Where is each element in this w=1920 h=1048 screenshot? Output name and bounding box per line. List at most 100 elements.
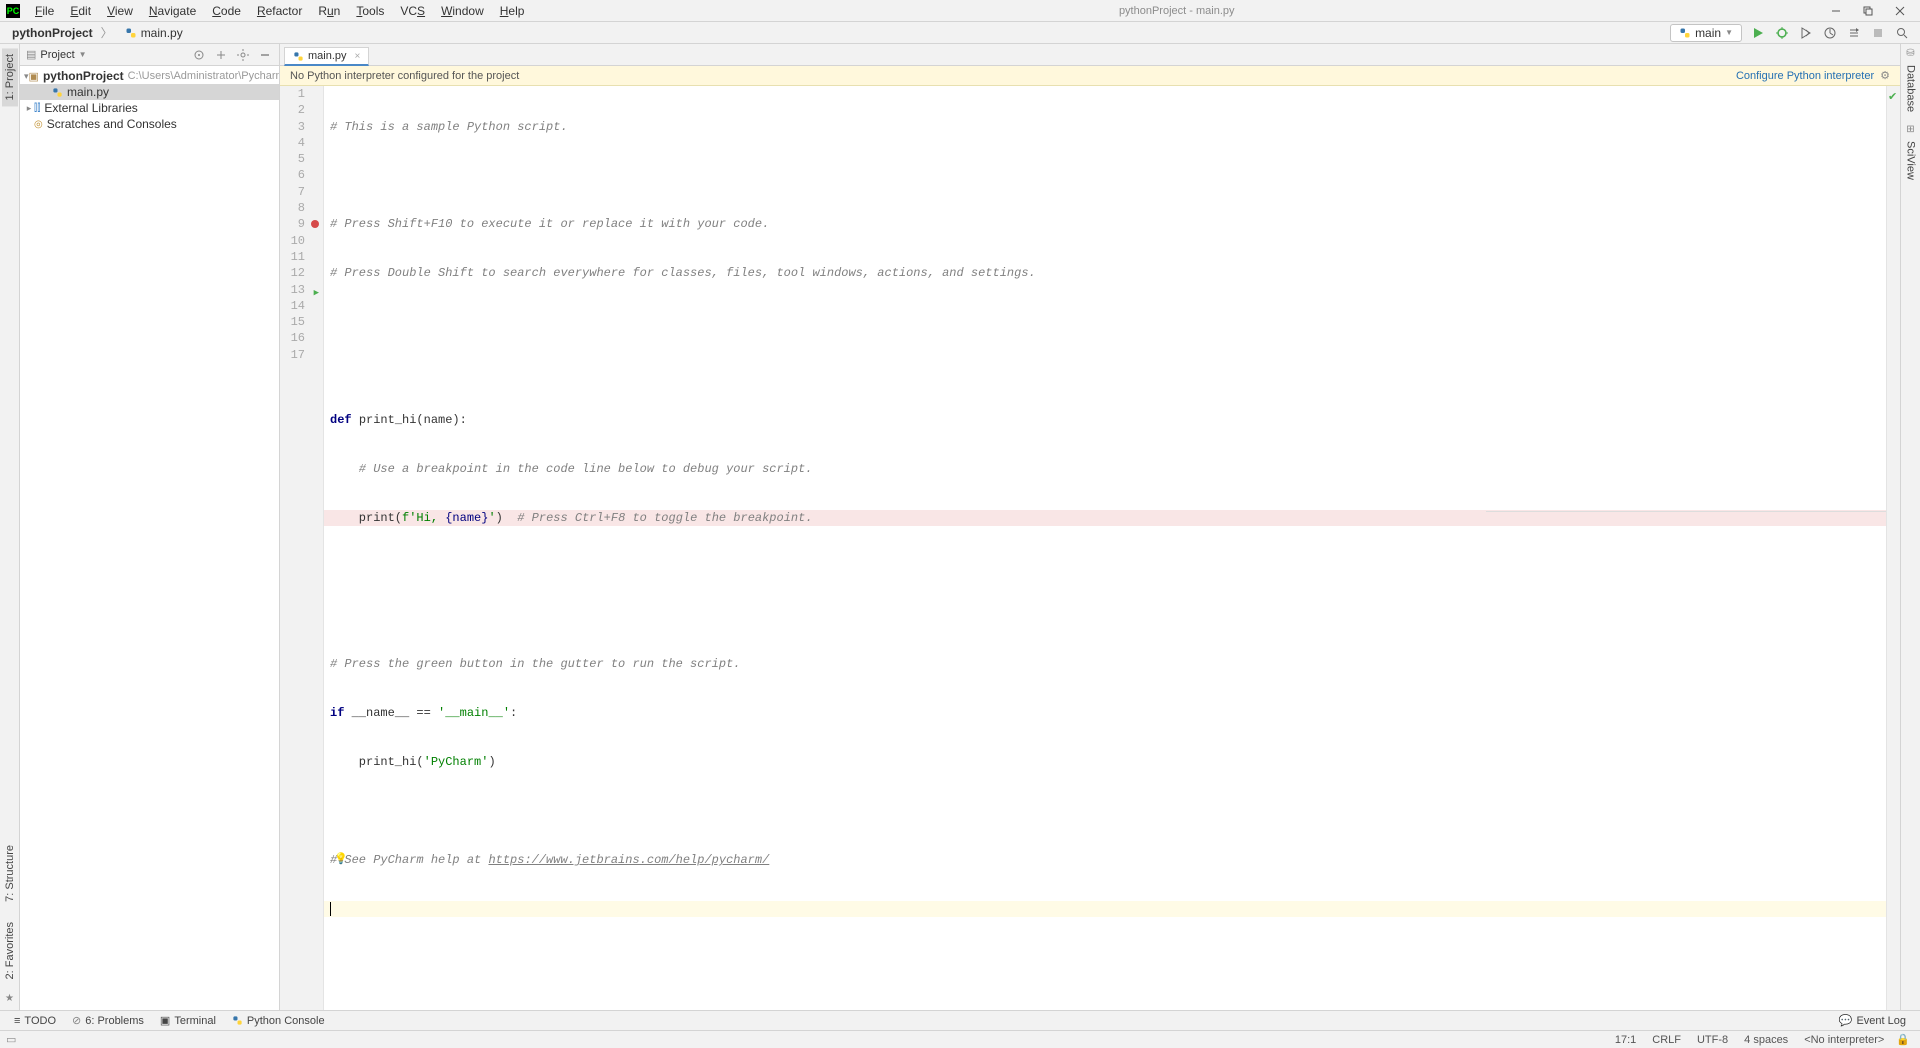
warning-text: No Python interpreter configured for the… [290, 70, 519, 82]
tree-file-main[interactable]: main.py [20, 84, 279, 100]
editor-overview-ruler[interactable]: ✔ [1886, 86, 1900, 1010]
status-indent[interactable]: 4 spaces [1736, 1034, 1796, 1046]
todo-icon: ≡ [14, 1015, 20, 1027]
bulb-icon[interactable]: 💡 [334, 852, 348, 868]
status-messages-icon[interactable]: ▭ [6, 1033, 16, 1046]
left-tool-stripe: 1: Project 7: Structure 2: Favorites ★ [0, 44, 20, 1010]
analysis-ok-icon[interactable]: ✔ [1888, 90, 1897, 103]
run-config-selector[interactable]: main ▼ [1670, 24, 1742, 42]
titlebar: PC File Edit View Navigate Code Refactor… [0, 0, 1920, 22]
menu-window[interactable]: Window [434, 2, 491, 20]
close-button[interactable] [1886, 2, 1914, 20]
code-token: : [510, 706, 517, 720]
run-button[interactable] [1748, 23, 1768, 43]
expand-icon[interactable]: ▸ [24, 103, 34, 114]
tab-problems[interactable]: ⊘6: Problems [64, 1012, 152, 1029]
python-console-icon [232, 1015, 243, 1026]
tab-database[interactable]: Database [1903, 59, 1919, 118]
tab-project[interactable]: 1: Project [2, 48, 18, 106]
database-icon: ⛁ [1906, 48, 1914, 59]
code-token: ) [496, 511, 518, 525]
minimize-button[interactable] [1822, 2, 1850, 20]
stop-button[interactable] [1868, 23, 1888, 43]
code-token: # Press Ctrl+F8 to toggle the breakpoint… [517, 511, 812, 525]
window-controls [1822, 2, 1914, 20]
menu-tools[interactable]: Tools [349, 2, 391, 20]
menu-file[interactable]: File [28, 2, 61, 20]
main-menu: File Edit View Navigate Code Refactor Ru… [28, 2, 531, 20]
line-number: 7 [280, 184, 323, 200]
debug-button[interactable] [1772, 23, 1792, 43]
close-tab-icon[interactable]: × [355, 51, 361, 62]
tab-python-console[interactable]: Python Console [224, 1013, 333, 1029]
tree-root-path: C:\Users\Administrator\PycharmPr [128, 70, 279, 82]
menu-help[interactable]: Help [493, 2, 532, 20]
editor-tab-main[interactable]: main.py × [284, 47, 369, 66]
configure-interpreter-link[interactable]: Configure Python interpreter [1736, 70, 1874, 82]
coverage-button[interactable] [1796, 23, 1816, 43]
status-caret-position[interactable]: 17:1 [1607, 1034, 1644, 1046]
editor-tab-label: main.py [308, 50, 347, 62]
status-encoding[interactable]: UTF-8 [1689, 1034, 1736, 1046]
tab-event-log[interactable]: 💬Event Log [1831, 1012, 1914, 1029]
right-tool-stripe: ⛁ Database ⊞ SciView [1900, 44, 1920, 1010]
hide-icon[interactable] [257, 47, 273, 63]
line-number: 3 [280, 119, 323, 135]
maximize-button[interactable] [1854, 2, 1882, 20]
gear-icon[interactable] [235, 47, 251, 63]
tab-structure[interactable]: 7: Structure [2, 839, 18, 908]
code-editor[interactable]: 1 2 3 4 5 6 7 8 9 10 11 12 13▶ 14 15 16 … [280, 86, 1900, 1010]
code-token: if [330, 706, 352, 720]
concurrency-button[interactable] [1844, 23, 1864, 43]
locate-icon[interactable] [191, 47, 207, 63]
menu-run[interactable]: Run [311, 2, 347, 20]
run-config-name: main [1695, 26, 1721, 40]
menu-refactor[interactable]: Refactor [250, 2, 309, 20]
line-number: 16 [280, 330, 323, 346]
tab-favorites[interactable]: 2: Favorites [2, 916, 18, 985]
expand-all-icon[interactable] [213, 47, 229, 63]
breadcrumb-file[interactable]: main.py [121, 26, 187, 40]
menu-vcs[interactable]: VCS [393, 2, 432, 20]
tree-root[interactable]: ▾ ▣ pythonProject C:\Users\Administrator… [20, 68, 279, 84]
code-line: # Press Shift+F10 to execute it or repla… [330, 217, 769, 231]
menu-code[interactable]: Code [205, 2, 248, 20]
code-token: 'PyCharm' [424, 755, 489, 769]
code-link: https://www.jetbrains.com/help/pycharm/ [488, 853, 769, 867]
lock-icon[interactable]: 🔒 [1892, 1033, 1914, 1046]
code-token: ) [488, 755, 495, 769]
code-token: __name__ == [352, 706, 438, 720]
menu-view[interactable]: View [100, 2, 140, 20]
navbar: pythonProject 〉 main.py main ▼ [0, 22, 1920, 44]
chevron-down-icon[interactable]: ▼ [79, 50, 87, 59]
menu-navigate[interactable]: Navigate [142, 2, 203, 20]
status-line-separator[interactable]: CRLF [1644, 1034, 1689, 1046]
python-file-icon [125, 27, 137, 39]
sidebar-header: ▤ Project ▼ [20, 44, 279, 66]
status-interpreter[interactable]: <No interpreter> [1796, 1034, 1892, 1046]
breadcrumb-project[interactable]: pythonProject 〉 [8, 24, 121, 41]
tab-label: 6: Problems [85, 1015, 144, 1027]
editor-gutter[interactable]: 1 2 3 4 5 6 7 8 9 10 11 12 13▶ 14 15 16 … [280, 86, 324, 1010]
code-line: # Use a breakpoint in the code line belo… [330, 462, 812, 476]
tree-external-libraries[interactable]: ▸ ⫿⫿ External Libraries [20, 100, 279, 116]
line-number: 9 [280, 216, 323, 232]
breadcrumb-project-label: pythonProject [12, 26, 93, 40]
search-everywhere-button[interactable] [1892, 23, 1912, 43]
profile-button[interactable] [1820, 23, 1840, 43]
tab-todo[interactable]: ≡ TODO [6, 1013, 64, 1029]
code-content[interactable]: # This is a sample Python script. # Pres… [324, 86, 1886, 1010]
tab-label: TODO [24, 1015, 56, 1027]
code-token: ' [488, 511, 495, 525]
tree-scratches[interactable]: ◎ Scratches and Consoles [20, 116, 279, 132]
menu-edit[interactable]: Edit [63, 2, 98, 20]
code-token: print_hi( [330, 755, 424, 769]
tab-terminal[interactable]: ▣Terminal [152, 1012, 224, 1029]
code-token: f'Hi, [402, 511, 445, 525]
line-number: 8 [280, 200, 323, 216]
tab-label: Terminal [174, 1015, 216, 1027]
gear-icon[interactable]: ⚙ [1880, 69, 1890, 82]
breadcrumb-file-label: main.py [141, 26, 183, 40]
breakpoint-icon[interactable] [311, 220, 319, 228]
tab-sciview[interactable]: SciView [1903, 135, 1919, 186]
